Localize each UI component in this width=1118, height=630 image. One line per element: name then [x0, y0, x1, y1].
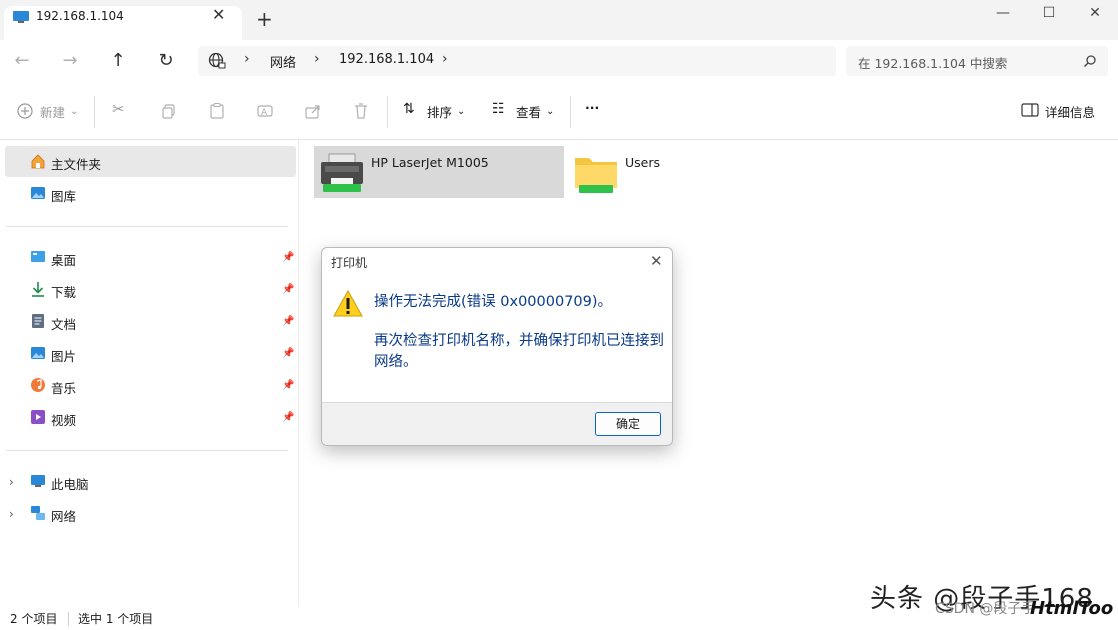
music-icon — [31, 378, 45, 392]
toolbar-divider — [570, 96, 571, 128]
chevron-right-icon[interactable]: › — [9, 507, 14, 521]
status-item-count: 2 个项目 — [10, 612, 58, 626]
home-icon — [31, 154, 45, 169]
more-options-button[interactable]: ··· — [585, 100, 599, 115]
view-icon: ☷ — [492, 101, 505, 117]
sidebar-item-desktop[interactable]: 桌面 — [51, 250, 76, 269]
minimize-button[interactable]: — — [980, 4, 1026, 28]
new-tab-button[interactable]: + — [256, 9, 273, 29]
folder-icon — [575, 158, 617, 193]
desktop-icon — [31, 251, 45, 262]
new-button[interactable]: 新建 — [40, 102, 65, 121]
details-button[interactable]: 详细信息 — [1045, 102, 1095, 121]
dialog-hint-message: 再次检查打印机名称，并确保打印机已连接到网络。 — [374, 333, 664, 370]
copy-icon[interactable] — [160, 102, 178, 120]
pin-icon[interactable]: 📌 — [282, 316, 294, 327]
chevron-down-icon: ⌄ — [546, 106, 555, 117]
pin-icon[interactable]: 📌 — [282, 380, 294, 391]
chevron-right-icon[interactable]: › — [314, 51, 320, 67]
sidebar-item-downloads[interactable]: 下载 — [51, 282, 76, 301]
up-arrow-icon[interactable]: ↑ — [106, 50, 130, 74]
ok-button[interactable]: 确定 — [595, 412, 661, 436]
tab-title: 192.168.1.104 — [36, 9, 124, 23]
sidebar-item-music[interactable]: 音乐 — [51, 378, 76, 397]
sidebar-item-gallery[interactable]: 图库 — [51, 186, 76, 205]
cut-icon[interactable]: ✂ — [112, 100, 125, 118]
pin-icon[interactable]: 📌 — [282, 412, 294, 423]
rename-icon[interactable]: A — [256, 102, 274, 120]
sidebar-item-pictures[interactable]: 图片 — [51, 346, 76, 365]
video-icon — [31, 410, 45, 424]
watermark-small: CSDN @段子手 — [935, 601, 1036, 617]
chevron-right-icon[interactable]: › — [244, 51, 250, 67]
dialog-close-icon[interactable]: ✕ — [650, 252, 663, 270]
watermark-brand: HtmlToo — [1030, 598, 1114, 619]
maximize-button[interactable]: ☐ — [1026, 4, 1072, 28]
sidebar-item-label: 主文件夹 — [51, 157, 102, 172]
dialog-error-message: 操作无法完成(错误 0x00000709)。 — [374, 294, 613, 310]
toolbar-divider — [94, 96, 95, 128]
delete-icon[interactable] — [352, 102, 370, 120]
details-pane-icon — [1021, 103, 1039, 117]
breadcrumb-host[interactable]: 192.168.1.104 — [339, 52, 434, 67]
sidebar-divider — [6, 226, 288, 227]
chevron-down-icon: ⌄ — [457, 106, 466, 117]
chevron-right-icon[interactable]: › — [9, 475, 14, 489]
chevron-right-icon[interactable]: › — [442, 51, 448, 67]
breadcrumb-network[interactable]: 网络 — [270, 52, 296, 71]
printer-icon — [321, 153, 363, 192]
close-window-button[interactable]: ✕ — [1072, 4, 1118, 28]
share-icon[interactable] — [304, 102, 322, 120]
warning-icon — [333, 290, 363, 317]
plus-circle-icon — [17, 103, 33, 119]
item-name-users[interactable]: Users — [625, 155, 660, 170]
paste-icon[interactable] — [208, 102, 226, 120]
computer-icon — [31, 475, 45, 487]
sidebar-item-this-pc[interactable]: 此电脑 — [51, 474, 89, 493]
refresh-icon[interactable]: ↻ — [154, 50, 178, 74]
document-icon — [32, 314, 44, 328]
item-name-printer: HP LaserJet M1005 — [371, 155, 489, 170]
network-icon — [31, 506, 45, 520]
tab-close-icon[interactable]: ✕ — [212, 5, 225, 24]
download-icon — [32, 282, 44, 297]
sidebar-item-home[interactable] — [5, 146, 296, 177]
sort-icon: ⇅ — [403, 101, 415, 117]
forward-arrow-icon[interactable]: → — [58, 50, 82, 74]
sidebar-item-documents[interactable]: 文档 — [51, 314, 76, 333]
pin-icon[interactable]: 📌 — [282, 348, 294, 359]
back-arrow-icon[interactable]: ← — [10, 50, 34, 74]
gallery-icon — [31, 187, 45, 199]
pin-icon[interactable]: 📌 — [282, 252, 294, 263]
navigation-pane — [0, 140, 299, 606]
monitor-icon — [13, 11, 29, 23]
sidebar-item-videos[interactable]: 视频 — [51, 410, 76, 429]
pin-icon[interactable]: 📌 — [282, 284, 294, 295]
toolbar-divider — [387, 96, 388, 128]
network-globe-icon — [208, 52, 226, 69]
view-button[interactable]: 查看 — [516, 102, 541, 121]
sidebar-divider — [6, 450, 288, 451]
svg-text:A: A — [261, 108, 268, 118]
status-divider — [68, 612, 69, 626]
search-input[interactable]: 在 192.168.1.104 中搜索 — [858, 53, 1007, 72]
pictures-icon — [31, 347, 45, 359]
sidebar-item-network[interactable]: 网络 — [51, 506, 76, 525]
search-icon[interactable] — [1083, 54, 1097, 68]
chevron-down-icon: ⌄ — [70, 106, 79, 117]
sort-button[interactable]: 排序 — [427, 102, 452, 121]
status-selected-count: 选中 1 个项目 — [78, 612, 154, 626]
dialog-title: 打印机 — [331, 256, 368, 270]
